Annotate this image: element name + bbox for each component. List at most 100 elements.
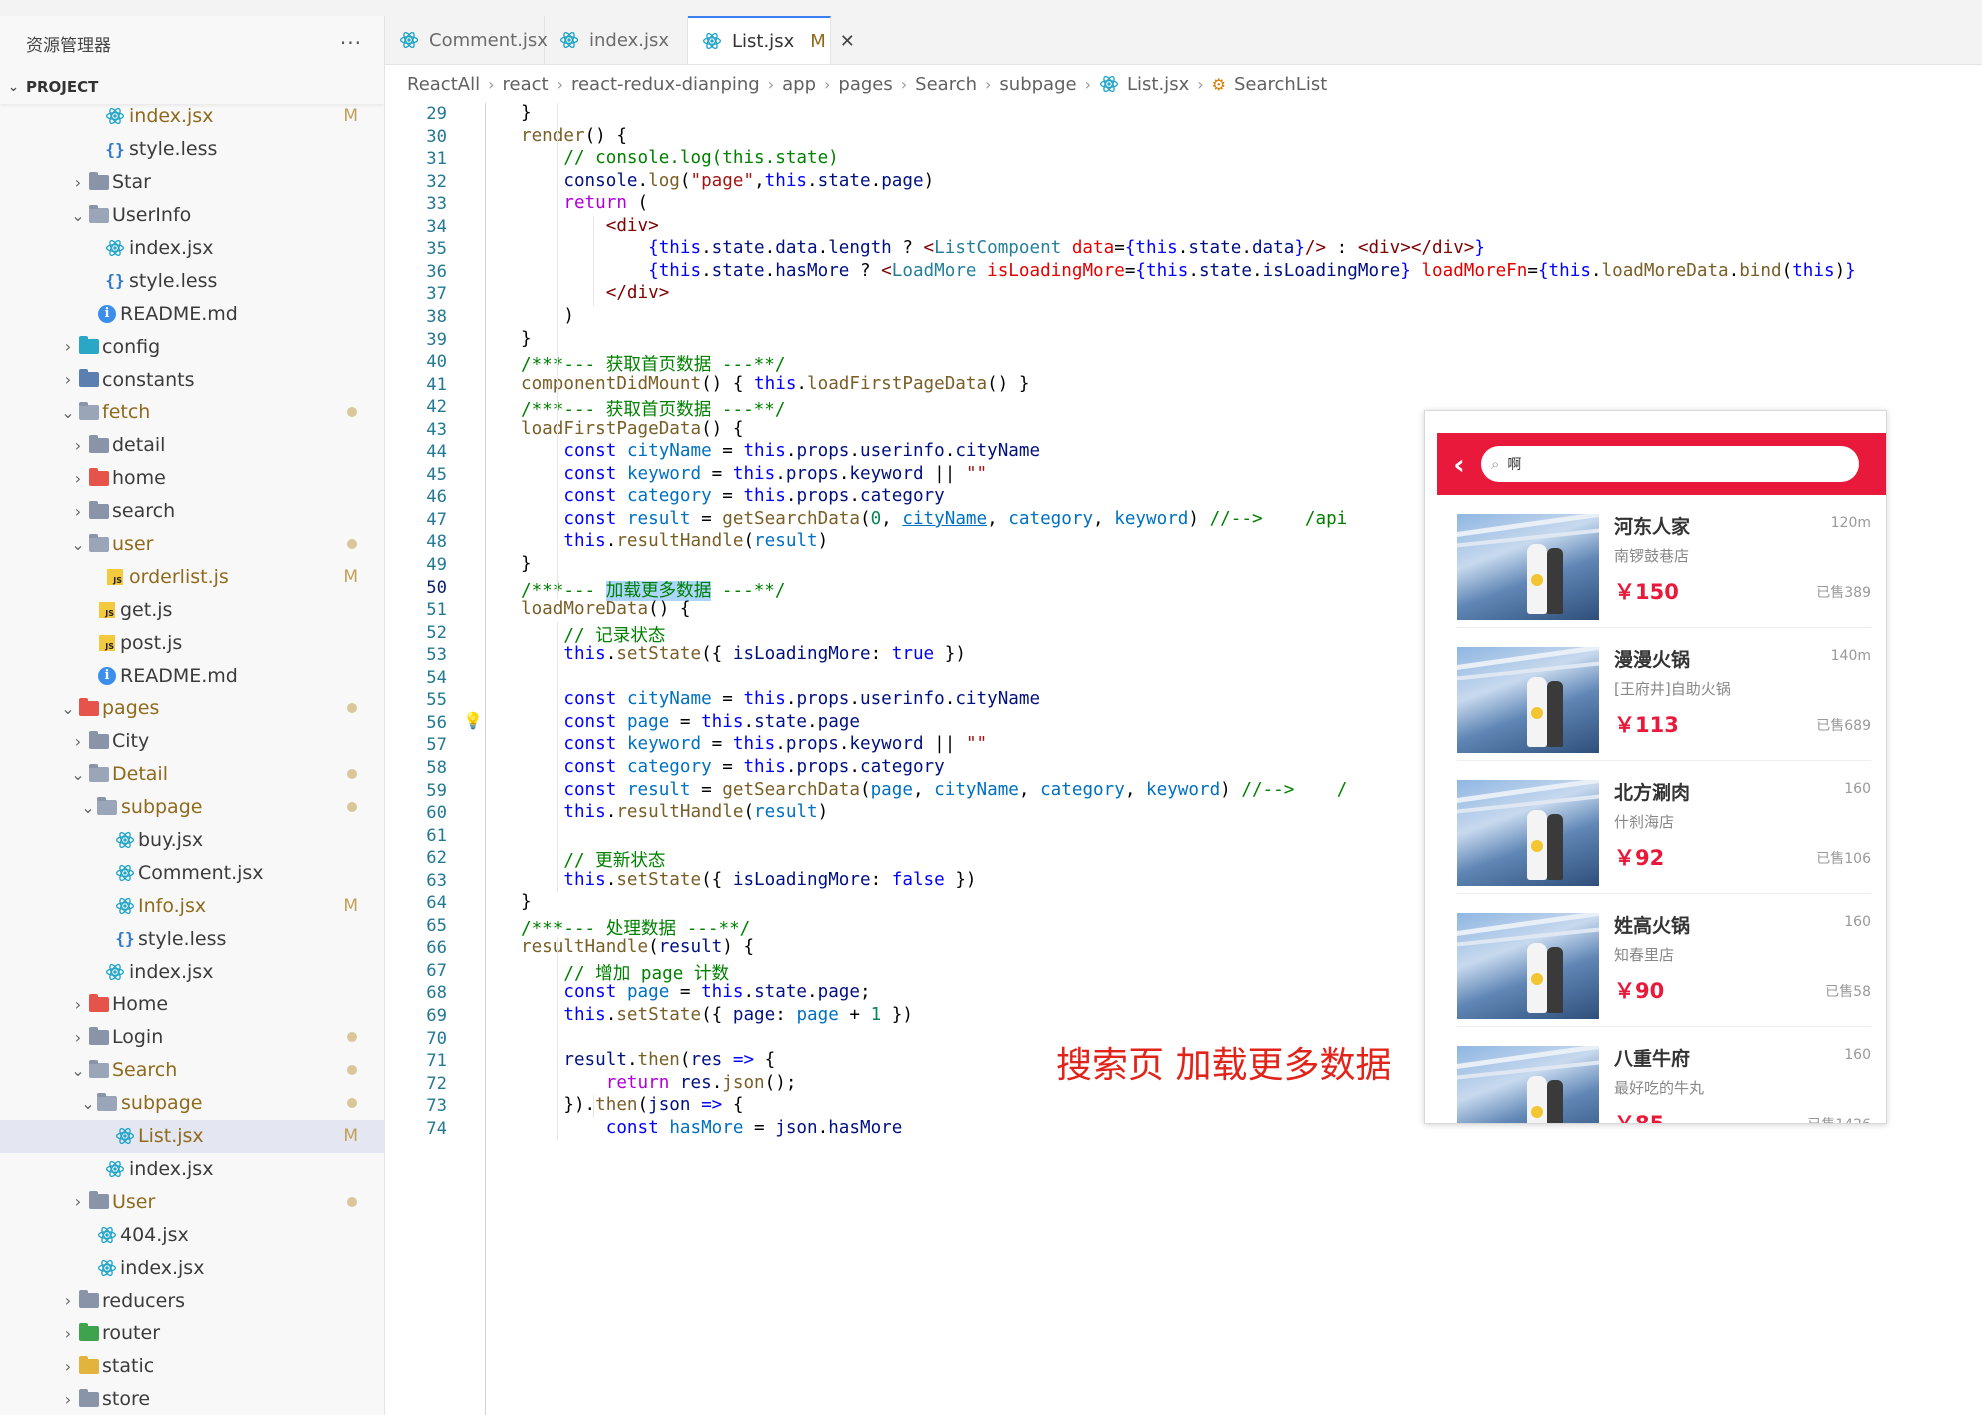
code-line[interactable]: return ( [521,193,648,213]
tree-item[interactable]: {} style.less [0,922,384,955]
breadcrumb-item[interactable]: react-redux-dianping [571,74,760,95]
result-item[interactable]: 姓高火锅 160 知春里店 ￥90 已售58 [1437,894,1886,1027]
code-line[interactable]: loadFirstPageData() { [521,419,743,439]
chevron-right-icon[interactable]: › [70,469,86,488]
code-line[interactable]: </div> [521,283,670,303]
tree-item[interactable]: index.jsx [0,1153,384,1186]
code-line[interactable]: const result = getSearchData(0, cityName… [521,509,1347,529]
tree-item[interactable]: › User [0,1185,384,1218]
breadcrumb-symbol[interactable]: ⚙ SearchList [1212,74,1328,95]
tree-item[interactable]: › router [0,1317,384,1350]
code-line[interactable]: /***--- 加载更多数据 ---**/ [521,577,785,602]
tree-item[interactable]: › config [0,330,384,363]
code-line[interactable]: render() { [521,126,627,146]
chevron-right-icon[interactable]: › [70,436,86,455]
tree-item[interactable]: JS get.js [0,593,384,626]
tree-item[interactable]: Comment.jsx [0,856,384,889]
tree-item[interactable]: › store [0,1383,384,1415]
tree-item[interactable]: index.jsx M [0,100,384,133]
code-line[interactable]: /***--- 处理数据 ---**/ [521,915,750,940]
code-line[interactable]: /***--- 获取首页数据 ---**/ [521,396,785,421]
chevron-right-icon[interactable]: › [60,1390,76,1409]
code-line[interactable]: } [521,892,532,912]
code-line[interactable]: } [521,329,532,349]
tree-item[interactable]: › home [0,462,384,495]
code-line[interactable]: resultHandle(result) { [521,937,754,957]
chevron-down-icon[interactable]: ⌄ [80,798,96,817]
code-line[interactable]: // 记录状态 [521,622,665,647]
tab-comment-jsx[interactable]: Comment.jsx [385,16,548,64]
code-line[interactable]: this.resultHandle(result) [521,531,828,551]
tree-item[interactable]: JS post.js [0,626,384,659]
chevron-right-icon[interactable]: › [60,1291,76,1310]
tree-item[interactable]: › Star [0,166,384,199]
code-line[interactable]: this.setState({ isLoadingMore: false }) [521,870,976,890]
code-line[interactable]: this.setState({ page: page + 1 }) [521,1005,913,1025]
chevron-down-icon[interactable]: ⌄ [70,765,86,784]
result-item[interactable]: 八重牛府 160 最好吃的牛丸 ￥85 已售1426 [1437,1027,1886,1123]
tree-item[interactable]: ⌄ UserInfo [0,199,384,232]
tree-item[interactable]: index.jsx [0,232,384,265]
chevron-right-icon[interactable]: › [60,1357,76,1376]
chevron-right-icon[interactable]: › [70,173,86,192]
back-arrow-icon[interactable]: ‹ [1437,448,1481,481]
tree-item[interactable]: index.jsx [0,955,384,988]
code-line[interactable]: // 更新状态 [521,847,665,872]
code-line[interactable]: const hasMore = json.hasMore [521,1118,903,1138]
code-line[interactable]: const keyword = this.props.keyword || "" [521,734,987,754]
code-line[interactable]: <div> [521,216,659,236]
tree-item[interactable]: {} style.less [0,264,384,297]
tree-item[interactable]: ⌄ subpage [0,791,384,824]
code-line[interactable]: // 增加 page 计数 [521,960,729,985]
code-line[interactable]: }).then(json => { [521,1095,743,1115]
code-line[interactable]: const keyword = this.props.keyword || "" [521,464,987,484]
chevron-down-icon[interactable]: ⌄ [60,403,76,422]
tree-item[interactable]: › Home [0,988,384,1021]
code-line[interactable]: } [521,554,532,574]
tree-item[interactable]: ⌄ Search [0,1054,384,1087]
breadcrumb-item[interactable]: pages [838,74,892,95]
chevron-right-icon[interactable]: › [60,337,76,356]
code-line[interactable]: } [521,103,532,123]
tree-item[interactable]: › detail [0,429,384,462]
search-input[interactable]: ⌕ 啊 [1481,446,1859,482]
tab-index-jsx[interactable]: index.jsx [545,16,688,64]
tree-item[interactable]: ⌄ user [0,528,384,561]
tree-item[interactable]: ⌄ pages [0,692,384,725]
code-line[interactable]: {this.state.data.length ? <ListCompoent … [521,238,1485,258]
breadcrumb-item[interactable]: app [782,74,816,95]
code-line[interactable]: const page = this.state.page [521,712,860,732]
chevron-right-icon[interactable]: › [70,732,86,751]
tree-item[interactable]: › City [0,725,384,758]
code-line[interactable]: const cityName = this.props.userinfo.cit… [521,441,1040,461]
tree-item[interactable]: Info.jsx M [0,889,384,922]
close-icon[interactable]: ✕ [840,31,855,52]
chevron-down-icon[interactable]: ⌄ [60,699,76,718]
tree-item[interactable]: ⌄ fetch [0,396,384,429]
tree-item[interactable]: index.jsx [0,1251,384,1284]
breadcrumb-item[interactable]: Search [915,74,977,95]
code-line[interactable]: componentDidMount() { this.loadFirstPage… [521,374,1029,394]
chevron-right-icon[interactable]: › [60,370,76,389]
tree-item[interactable]: List.jsx M [0,1119,384,1153]
tree-item[interactable]: › search [0,495,384,528]
more-actions-icon[interactable]: ··· [340,31,362,55]
chevron-right-icon[interactable]: › [70,502,86,521]
code-line[interactable]: // console.log(this.state) [521,148,838,168]
breadcrumb-item[interactable]: subpage [999,74,1076,95]
tree-item[interactable]: 404.jsx [0,1218,384,1251]
code-line[interactable]: result.then(res => { [521,1050,775,1070]
chevron-down-icon[interactable]: ⌄ [70,206,86,225]
chevron-right-icon[interactable]: › [70,1028,86,1047]
chevron-right-icon[interactable]: › [60,1324,76,1343]
chevron-right-icon[interactable]: › [70,1192,86,1211]
chevron-down-icon[interactable]: ⌄ [70,1061,86,1080]
chevron-right-icon[interactable]: › [70,995,86,1014]
tree-item[interactable]: › reducers [0,1284,384,1317]
project-section-header[interactable]: ⌄ PROJECT [0,70,384,104]
code-line[interactable]: const category = this.props.category [521,757,944,777]
lightbulb-icon[interactable]: 💡 [463,711,483,730]
code-line[interactable]: this.resultHandle(result) [521,802,828,822]
tree-item[interactable]: i README.md [0,297,384,330]
tree-item[interactable]: › static [0,1350,384,1383]
